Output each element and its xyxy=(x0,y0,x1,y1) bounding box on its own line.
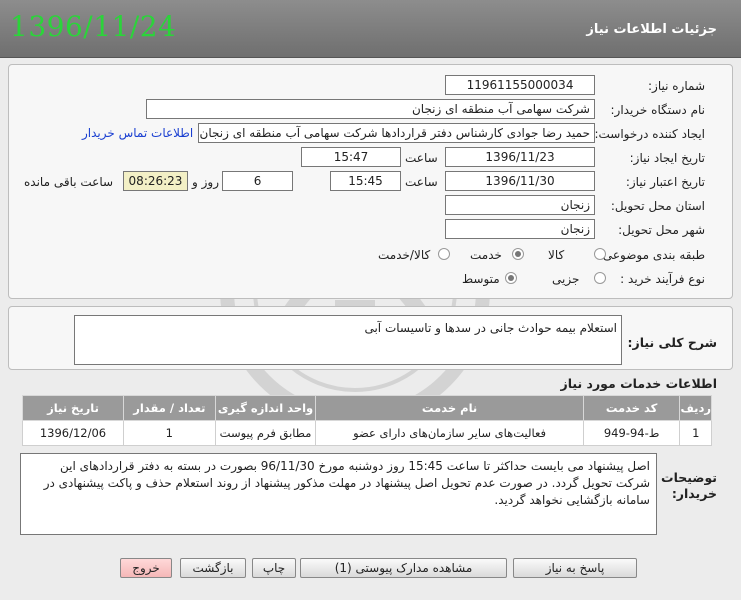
page-title: جزئیات اطلاعات نیاز xyxy=(586,22,717,37)
category-radio-goods[interactable] xyxy=(594,248,606,260)
column-header-code: کد خدمت xyxy=(582,395,681,421)
cell-unit: مطابق فرم پیوست xyxy=(214,420,317,446)
buyer-org-label: نام دستگاه خریدار: xyxy=(610,103,706,117)
contact-info-link[interactable]: اطلاعات تماس خریدار xyxy=(82,126,193,140)
services-section-title: اطلاعات خدمات مورد نیاز xyxy=(560,376,718,391)
column-header-date: تاریخ نیاز xyxy=(22,395,124,421)
category-radio-service[interactable] xyxy=(512,248,524,260)
province-field: زنجان xyxy=(445,195,595,215)
buyer-org-field: شرکت سهامی آب منطقه ای زنجان xyxy=(146,99,595,119)
city-label: شهر محل تحویل: xyxy=(618,223,705,237)
category-option-goods-service: کالا/خدمت xyxy=(378,248,431,262)
summary-label: شرح کلی نیاز: xyxy=(627,335,717,350)
table-header-row: ردیف کد خدمت نام خدمت واحد اندازه گیری ت… xyxy=(22,395,712,421)
province-label: استان محل تحویل: xyxy=(610,199,705,213)
cell-name: فعالیت‌های سایر سازمان‌های دارای عضو xyxy=(315,420,584,446)
header-date: 1396/11/24 xyxy=(10,10,177,43)
process-type-label: نوع فرآیند خرید : xyxy=(620,272,705,286)
process-option-medium: متوسط xyxy=(462,272,500,286)
created-time-label: ساعت xyxy=(405,151,438,165)
remaining-time-label: ساعت باقی مانده xyxy=(24,175,114,189)
creator-field: حمید رضا جوادی کارشناس دفتر قراردادها شر… xyxy=(198,123,595,143)
need-number-field: 1196115500003‌4 xyxy=(445,75,595,95)
created-date-field: 1396/11/23 xyxy=(445,147,595,167)
days-label: روز و xyxy=(192,175,219,189)
created-time-field: 15:47 xyxy=(301,147,401,167)
creator-label: ایجاد کننده درخواست: xyxy=(594,127,705,141)
validity-date-field: 1396/11/30 xyxy=(445,171,595,191)
validity-date-label: تاریخ اعتبار نیاز: xyxy=(625,175,705,189)
validity-time-field: 15:45 xyxy=(330,171,401,191)
city-field: زنجان xyxy=(445,219,595,239)
reply-button[interactable]: پاسخ به نیاز xyxy=(513,558,637,578)
column-header-row: ردیف xyxy=(679,395,712,421)
column-header-quantity: تعداد / مقدار xyxy=(123,395,216,421)
table-row: 1 ط-94-949 فعالیت‌های سایر سازمان‌های دا… xyxy=(22,420,712,446)
notes-text: اصل پیشنهاد می بایست حداکثر تا ساعت 15:4… xyxy=(43,459,650,507)
services-table: ردیف کد خدمت نام خدمت واحد اندازه گیری ت… xyxy=(22,395,712,446)
process-option-minor: جزیی xyxy=(552,272,580,286)
back-button[interactable]: بازگشت xyxy=(180,558,246,578)
remaining-days-field: 6 xyxy=(222,171,293,191)
column-header-unit: واحد اندازه گیری xyxy=(214,395,317,421)
cell-code: ط-94-949 xyxy=(582,420,681,446)
remaining-time-field: 08:26:23 xyxy=(123,171,188,191)
category-label: طبقه بندی موضوعی: xyxy=(598,248,705,262)
view-attachments-button[interactable]: مشاهده مدارک پیوستی (1) xyxy=(300,558,507,578)
category-option-goods: کالا xyxy=(548,248,565,262)
print-button[interactable]: چاپ xyxy=(252,558,296,578)
summary-field: استعلام بیمه حوادث جانی در سدها و تاسیسا… xyxy=(74,315,622,365)
notes-label: توضیحات خریدار: xyxy=(661,470,717,501)
cell-date: 1396/12/06 xyxy=(22,420,124,446)
category-option-service: خدمت xyxy=(470,248,502,262)
cell-quantity: 1 xyxy=(123,420,216,446)
column-header-name: نام خدمت xyxy=(315,395,584,421)
cell-row: 1 xyxy=(679,420,712,446)
process-radio-medium[interactable] xyxy=(505,272,517,284)
exit-button[interactable]: خروج xyxy=(120,558,172,578)
validity-time-label: ساعت xyxy=(405,175,438,189)
process-radio-minor[interactable] xyxy=(594,272,606,284)
notes-field: اصل پیشنهاد می بایست حداکثر تا ساعت 15:4… xyxy=(20,453,657,535)
summary-text: استعلام بیمه حوادث جانی در سدها و تاسیسا… xyxy=(364,321,617,335)
category-radio-goods-service[interactable] xyxy=(438,248,450,260)
need-number-label: شماره نیاز: xyxy=(648,79,705,93)
created-date-label: تاریخ ایجاد نیاز: xyxy=(629,151,705,165)
